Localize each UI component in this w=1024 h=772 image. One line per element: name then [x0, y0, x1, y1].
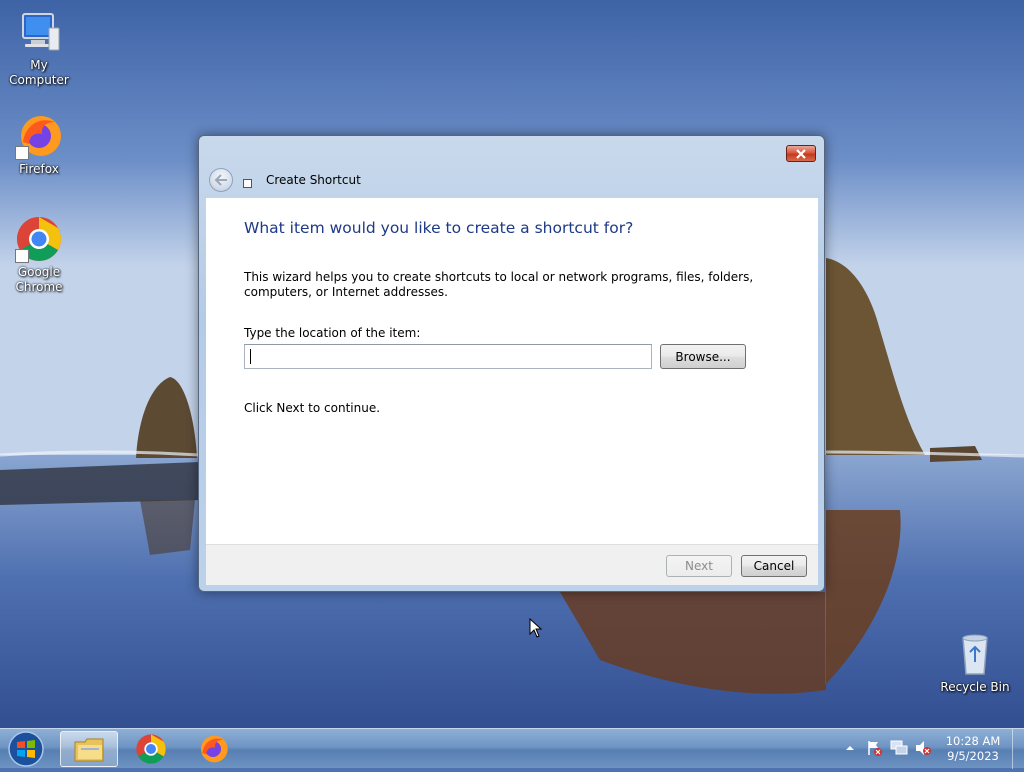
continue-hint: Click Next to continue. [244, 401, 381, 415]
taskbar-firefox[interactable] [184, 731, 242, 767]
show-hidden-icons-icon[interactable] [845, 743, 855, 753]
dialog-footer: Next Cancel [206, 544, 818, 585]
taskbar-google-chrome[interactable] [122, 731, 180, 767]
desktop-icon-google-chrome[interactable]: Google Chrome [0, 215, 78, 295]
close-icon [796, 148, 806, 159]
wizard-content: What item would you like to create a sho… [206, 198, 818, 544]
dialog-title: Create Shortcut [266, 173, 361, 187]
shortcut-arrow-icon [15, 146, 29, 160]
chrome-icon [15, 215, 63, 263]
action-center-flag-icon[interactable] [866, 740, 882, 756]
clock[interactable]: 10:28 AM 9/5/2023 [940, 734, 1006, 764]
volume-muted-icon[interactable] [914, 740, 932, 756]
desktop-icon-firefox[interactable]: Firefox [0, 112, 78, 177]
wizard-description: This wizard helps you to create shortcut… [244, 270, 754, 299]
wizard-heading: What item would you like to create a sho… [244, 219, 634, 237]
firefox-icon [201, 735, 228, 763]
next-button[interactable]: Next [666, 555, 732, 577]
desktop-icon-label: Firefox [19, 162, 59, 176]
desktop-icon-recycle-bin[interactable]: Recycle Bin [936, 630, 1014, 695]
clock-time: 10:28 AM [945, 734, 1001, 748]
chrome-icon [136, 734, 166, 764]
text-cursor [250, 349, 251, 364]
folder-icon [74, 738, 104, 762]
desktop-icon-label: My Computer [9, 58, 69, 87]
show-desktop-button[interactable] [1012, 729, 1024, 769]
taskbar-windows-explorer[interactable] [60, 731, 118, 767]
network-icon[interactable] [890, 740, 908, 756]
close-button[interactable] [786, 145, 816, 162]
start-button[interactable] [6, 729, 46, 769]
location-input[interactable] [244, 344, 652, 369]
recycle-bin-icon [951, 630, 999, 678]
back-button[interactable] [209, 168, 233, 192]
windows-logo-icon [8, 731, 44, 767]
mouse-cursor-icon [529, 618, 543, 638]
cancel-button[interactable]: Cancel [741, 555, 807, 577]
shortcut-arrow-icon [15, 249, 29, 263]
location-label: Type the location of the item: [244, 326, 421, 340]
desktop-icon-label: Google Chrome [15, 265, 63, 294]
desktop-icon-label: Recycle Bin [940, 680, 1010, 694]
browse-button[interactable]: Browse... [660, 344, 746, 369]
taskbar: 10:28 AM 9/5/2023 [0, 728, 1024, 769]
shortcut-icon [243, 179, 252, 188]
computer-icon [15, 8, 63, 56]
clock-date: 9/5/2023 [947, 749, 999, 763]
desktop-icon-my-computer[interactable]: My Computer [0, 8, 78, 88]
create-shortcut-dialog: Create Shortcut What item would you like… [198, 135, 825, 592]
back-arrow-icon [214, 174, 227, 186]
firefox-icon [15, 112, 63, 160]
